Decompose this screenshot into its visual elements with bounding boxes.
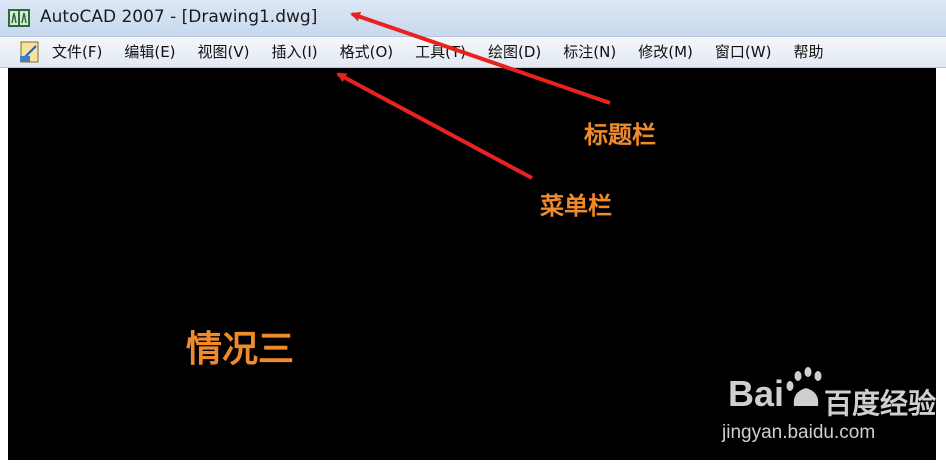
- menu-items: 文件(F) 编辑(E) 视图(V) 插入(I) 格式(O) 工具(T) 绘图(D…: [52, 37, 834, 67]
- menu-edit[interactable]: 编辑(E): [113, 37, 186, 67]
- menu-insert[interactable]: 插入(I): [261, 37, 329, 67]
- menu-file[interactable]: 文件(F): [52, 37, 113, 67]
- window-title: AutoCAD 2007 - [Drawing1.dwg]: [40, 7, 318, 27]
- menu-tools[interactable]: 工具(T): [404, 37, 477, 67]
- watermark-brand: Bai: [728, 373, 784, 414]
- title-bar-annotation: 标题栏: [584, 121, 656, 149]
- watermark-url: jingyan.baidu.com: [722, 422, 876, 443]
- window-border-left: [0, 68, 8, 466]
- window-border-bottom: [0, 460, 946, 466]
- menu-draw[interactable]: 绘图(D): [477, 37, 552, 67]
- autocad-icon: [8, 9, 30, 27]
- menu-view[interactable]: 视图(V): [187, 37, 261, 67]
- menu-bar: 文件(F) 编辑(E) 视图(V) 插入(I) 格式(O) 工具(T) 绘图(D…: [0, 37, 946, 68]
- menu-modify[interactable]: 修改(M): [627, 37, 704, 67]
- menu-bar-annotation: 菜单栏: [540, 192, 612, 220]
- case-annotation: 情况三: [186, 329, 295, 370]
- menu-help[interactable]: 帮助: [782, 37, 834, 67]
- menu-window[interactable]: 窗口(W): [704, 37, 783, 67]
- baidu-paw-icon: Bai: [728, 367, 822, 414]
- menu-dimension[interactable]: 标注(N): [552, 37, 627, 67]
- drawing-document-icon[interactable]: [18, 40, 44, 64]
- window-border-right: [936, 68, 946, 466]
- title-bar: AutoCAD 2007 - [Drawing1.dwg]: [0, 0, 946, 37]
- watermark-brand-suffix: 百度经验: [824, 387, 937, 420]
- menu-format[interactable]: 格式(O): [329, 37, 405, 67]
